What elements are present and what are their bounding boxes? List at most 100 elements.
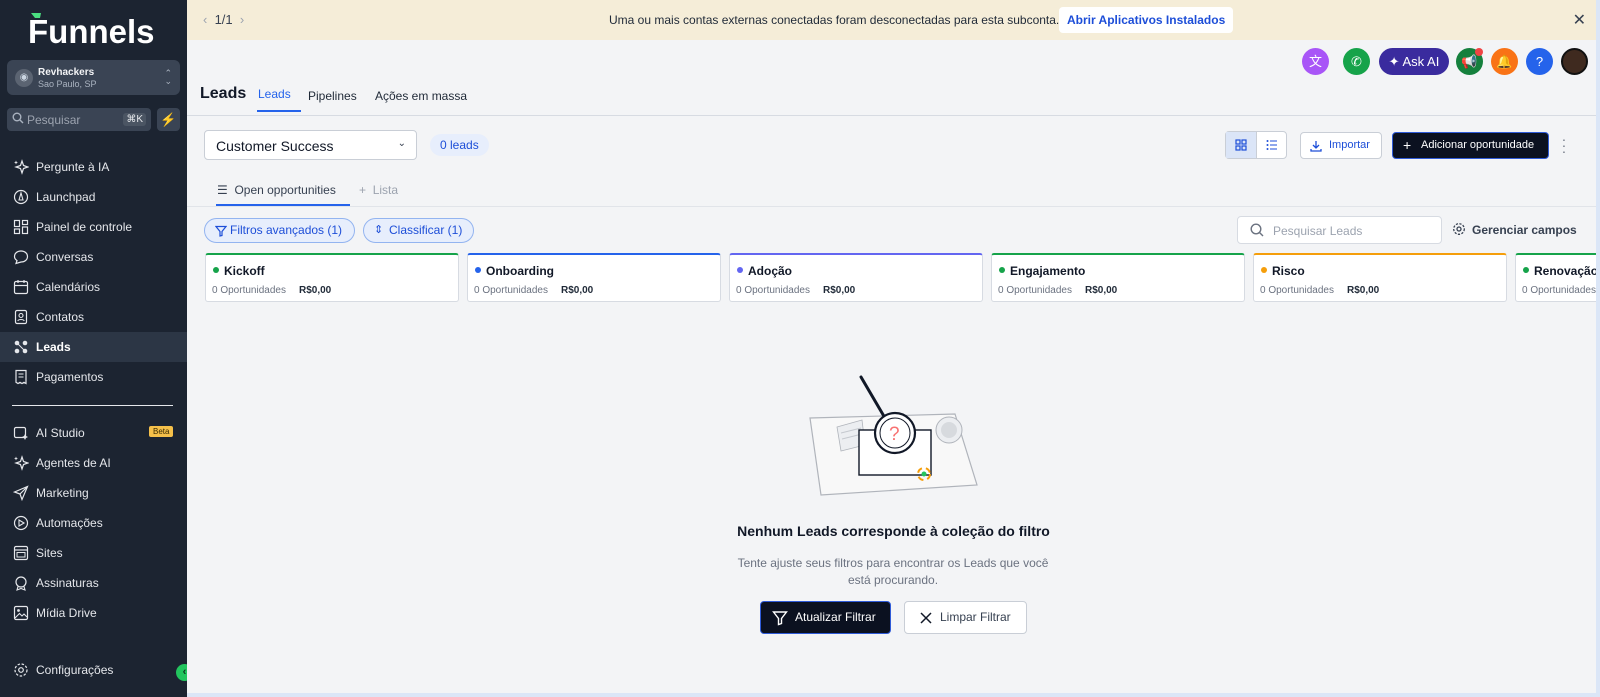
pipeline-value: Customer Success	[216, 138, 334, 154]
flash-icon: ⚡	[160, 112, 177, 127]
sort-icon: ⇕	[374, 224, 384, 236]
sidebar-item-label: Launchpad	[36, 190, 96, 204]
stage-column[interactable]: Adoção 0 Oportunidades R$0,00	[729, 253, 983, 302]
sidebar-item-label: Calendários	[36, 280, 101, 294]
sidebar-item-label: Pagamentos	[36, 370, 104, 384]
lead-count-badge: 0 leads	[430, 134, 489, 156]
sidebar-item-label: Automações	[36, 516, 103, 530]
stage-count: 0 Oportunidades	[212, 285, 286, 296]
subtab-label: Open opportunities	[234, 183, 336, 197]
location-avatar: ◉	[15, 69, 33, 87]
sidebar-item-painel[interactable]: Painel de controle	[0, 212, 187, 242]
location-switcher[interactable]: ◉ Revhackers Sao Paulo, SP ⌃ ⌄	[7, 60, 180, 95]
bell-icon[interactable]: 🔔	[1491, 48, 1518, 75]
page-indicator: 1/1	[214, 12, 233, 27]
ask-ai-button[interactable]: ✦ Ask AI	[1379, 48, 1449, 75]
update-filter-button[interactable]: Atualizar Filtrar	[760, 601, 891, 634]
sidebar-item-contatos[interactable]: Contatos	[0, 302, 187, 332]
search-leads-input[interactable]: Pesquisar Leads	[1237, 216, 1442, 244]
chevron-right-icon[interactable]: ›	[240, 12, 244, 27]
avatar[interactable]	[1561, 48, 1588, 75]
more-options-icon[interactable]: · · ·	[1560, 132, 1568, 158]
tab-open-opportunities[interactable]: ☰ Open opportunities	[217, 183, 336, 197]
clear-filter-button[interactable]: Limpar Filtrar	[904, 601, 1027, 634]
stage-amount: R$0,00	[299, 285, 332, 296]
phone-icon[interactable]: ✆	[1343, 48, 1370, 75]
stage-name: Kickoff	[224, 264, 265, 278]
tab-pipelines[interactable]: Pipelines	[308, 89, 357, 103]
grid-view-button[interactable]	[1226, 132, 1257, 158]
sidebar-item-label: AI Studio	[36, 426, 85, 440]
add-opportunity-label: Adicionar oportunidade	[1421, 139, 1535, 151]
sidebar-item-pergunte-ia[interactable]: Pergunte à IA	[0, 152, 187, 182]
sidebar-item-launchpad[interactable]: Launchpad	[0, 182, 187, 212]
sidebar-item-sites[interactable]: Sites	[0, 538, 187, 568]
stage-column[interactable]: Kickoff 0 Oportunidades R$0,00	[205, 253, 459, 302]
banner-message: Uma ou mais contas externas conectadas f…	[609, 13, 1060, 27]
sort-button[interactable]: ⇕ Classificar (1)	[363, 218, 474, 243]
sidebar-item-assinaturas[interactable]: Assinaturas	[0, 568, 187, 598]
empty-state-illustration: ?	[809, 375, 978, 496]
manage-fields-button[interactable]: Gerenciar campos	[1452, 223, 1577, 237]
sidebar-item-midia-drive[interactable]: Mídia Drive	[0, 598, 187, 628]
megaphone-icon[interactable]: 📢	[1456, 48, 1483, 75]
sidebar-item-configuracoes[interactable]: Configurações	[0, 655, 187, 685]
open-installed-apps-button[interactable]: Abrir Aplicativos Instalados	[1059, 7, 1234, 33]
sidebar-item-calendarios[interactable]: Calendários	[0, 272, 187, 302]
contacts-icon	[14, 309, 28, 325]
sidebar-item-agentes-ai[interactable]: Agentes de AI	[0, 448, 187, 478]
pipeline-select[interactable]: Customer Success ⌄	[204, 130, 417, 160]
close-icon	[920, 612, 932, 624]
location-name: Revhackers	[38, 67, 95, 78]
add-list-button[interactable]: + Lista	[359, 183, 398, 197]
sidebar-item-label: Conversas	[36, 250, 94, 264]
stage-column[interactable]: Renovação0 OportunidadesR$0,00	[1515, 253, 1596, 302]
stage-column[interactable]: Engajamento 0 Oportunidades R$0,00	[991, 253, 1245, 302]
empty-state-title: Nenhum Leads corresponde à coleção do fi…	[737, 523, 1050, 539]
sidebar-item-leads[interactable]: Leads	[0, 332, 187, 362]
add-opportunity-button[interactable]: + Adicionar oportunidade	[1392, 132, 1549, 159]
calendar-icon	[13, 280, 29, 295]
notification-dot	[1475, 48, 1483, 56]
import-button[interactable]: Importar	[1300, 132, 1382, 159]
advanced-filters-button[interactable]: Filtros avançados (1)	[204, 218, 355, 243]
brand-logo[interactable]: Funnels	[28, 10, 168, 50]
stage-column[interactable]: Onboarding 0 Oportunidades R$0,00	[467, 253, 721, 302]
sidebar-item-marketing[interactable]: Marketing	[0, 478, 187, 508]
stage-status-dot	[999, 267, 1005, 273]
sidebar-item-pagamentos[interactable]: Pagamentos	[0, 362, 187, 392]
sidebar: Funnels ◉ Revhackers Sao Paulo, SP ⌃ ⌄ Pe…	[0, 0, 193, 697]
tab-acoes-em-massa[interactable]: Ações em massa	[375, 89, 467, 103]
sidebar-item-label: Contatos	[36, 310, 85, 324]
stage-name: Engajamento	[1010, 264, 1086, 278]
membership-icon	[15, 576, 27, 591]
stage-count: 0 Oportunidades	[998, 285, 1072, 296]
sidebar-item-conversas[interactable]: Conversas	[0, 242, 187, 272]
plus-icon: +	[1403, 137, 1412, 153]
stage-status-dot	[213, 267, 219, 273]
chevron-left-icon[interactable]: ‹	[203, 12, 207, 27]
sidebar-item-label: Pergunte à IA	[36, 160, 110, 174]
list-icon: ☰	[217, 183, 228, 197]
stage-name: Adoção	[748, 264, 793, 278]
sidebar-item-label: Mídia Drive	[36, 606, 97, 620]
sparkle-icon	[14, 455, 29, 471]
sidebar-search[interactable]: Pesquisar ⌘K	[7, 108, 151, 131]
rocket-icon	[13, 189, 29, 205]
translate-icon[interactable]: 文	[1302, 48, 1329, 75]
tab-leads[interactable]: Leads	[258, 87, 291, 101]
stage-status-dot	[1261, 267, 1267, 273]
stage-column[interactable]: Risco 0 Oportunidades R$0,00	[1253, 253, 1507, 302]
close-icon[interactable]: ✕	[1573, 10, 1586, 30]
stage-status-dot	[737, 267, 743, 273]
clear-filter-label: Limpar Filtrar	[940, 610, 1011, 624]
list-view-button[interactable]	[1257, 132, 1287, 158]
sidebar-item-ai-studio[interactable]: AI Studio Beta	[0, 418, 187, 448]
shortcut-hint: ⌘K	[123, 113, 146, 126]
quick-action-button[interactable]: ⚡	[157, 108, 180, 131]
help-icon[interactable]: ?	[1526, 48, 1553, 75]
sidebar-item-automacoes[interactable]: Automações	[0, 508, 187, 538]
gear-icon	[14, 663, 28, 677]
stage-amount: R$0,00	[1085, 285, 1118, 296]
stage-status-dot	[475, 267, 481, 273]
